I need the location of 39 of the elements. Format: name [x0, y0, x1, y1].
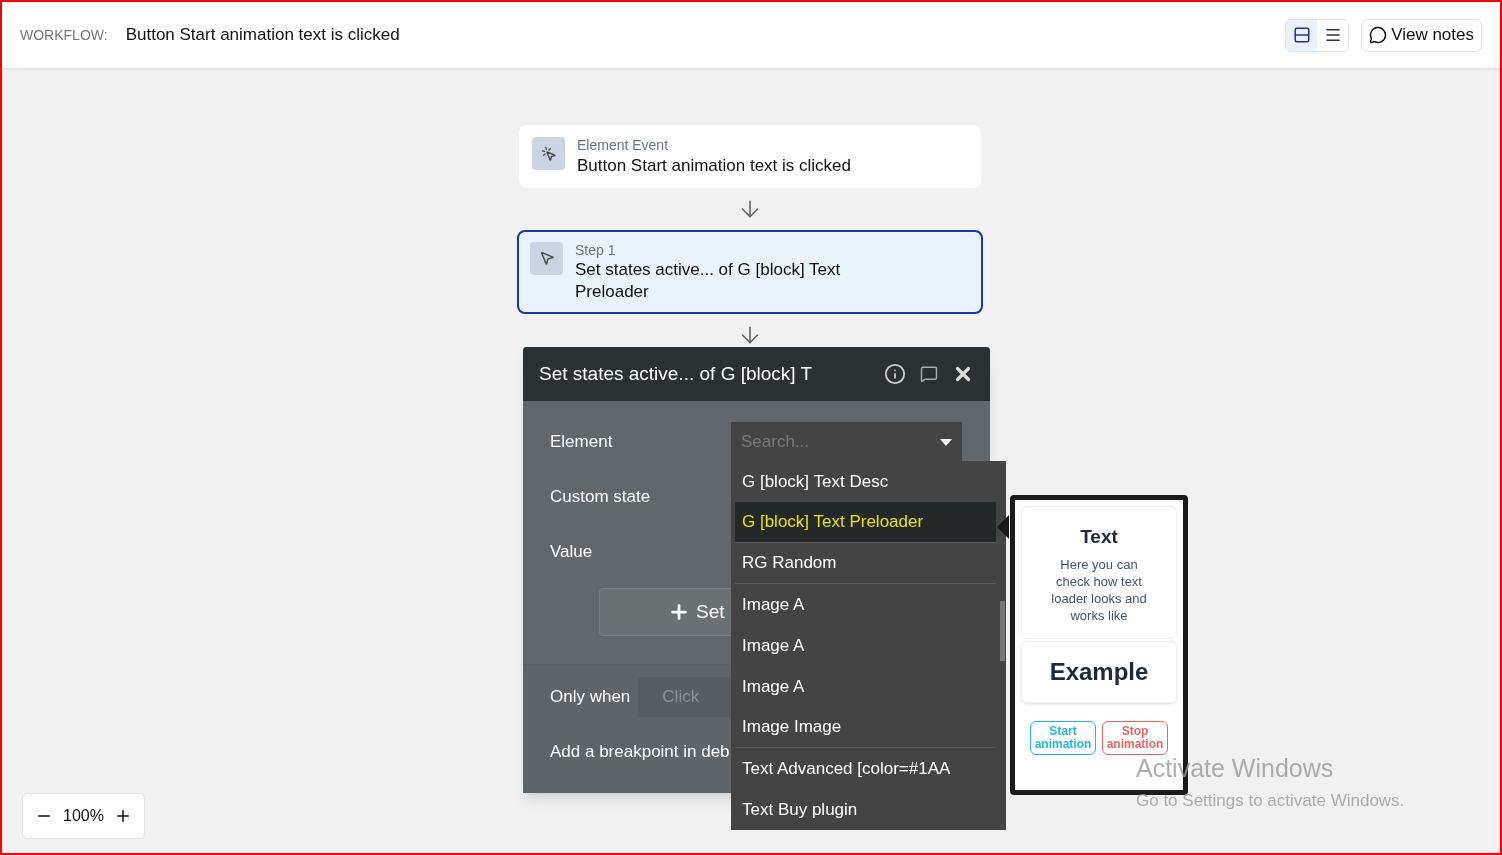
preview-description: Here you can check how text loader looks and works like [1050, 555, 1148, 624]
card-title: Set states active... of G [block] Text Preloader [575, 259, 842, 302]
info-icon[interactable] [884, 363, 906, 385]
dropdown-item[interactable]: RG Random [735, 543, 996, 584]
pointer-icon [538, 250, 555, 267]
view-toggle-button[interactable] [1286, 19, 1318, 51]
field-label: Element [550, 431, 613, 450]
dropdown-item[interactable]: Text Buy plugin [735, 789, 996, 830]
field-label: Value [550, 541, 593, 560]
pointer-click-icon [540, 145, 557, 162]
comment-icon[interactable] [920, 365, 938, 383]
dropdown-item[interactable]: G [block] Text Desc [735, 461, 996, 502]
zoom-level: 100% [63, 806, 104, 826]
workflow-label: WORKFLOW: [20, 25, 108, 45]
card-caption: Element Event [577, 137, 670, 155]
card-caption: Step 1 [575, 241, 617, 260]
example-text: Example [1049, 656, 1149, 687]
field-label: Custom state [550, 486, 651, 505]
dropdown-item[interactable]: Text Advanced [color=#1AA [735, 748, 996, 789]
view-notes-button[interactable]: View notes [1361, 18, 1482, 52]
speech-bubble-icon [1369, 26, 1388, 44]
plus-icon [668, 601, 690, 623]
caret-icon [940, 438, 952, 446]
dropdown-item[interactable]: Image Image [735, 707, 996, 748]
dropdown-item[interactable]: Image A [735, 625, 996, 666]
only-when-label: Only when [550, 686, 631, 709]
workflow-card[interactable]: Element Event Button Start animation text is clicked [519, 125, 981, 188]
editor-title: Set states active... of G [block] T [539, 361, 814, 386]
workflow-card[interactable]: Step 1 Set states active... of G [block] Text Preloader [517, 229, 983, 314]
menu-icon [1323, 26, 1342, 44]
card-title: Button Start animation text is clicked [577, 154, 853, 176]
dropdown-item[interactable]: G [block] Text Preloader [735, 502, 996, 543]
preview-title: Text [1080, 525, 1118, 549]
workflow-title: Button Start animation text is clicked [125, 24, 400, 47]
dropdown-item[interactable]: Image A [735, 584, 996, 625]
rows-icon [1292, 26, 1311, 44]
activation-notice-text: Go to Settings to activate Windows. [1136, 789, 1405, 812]
scrollbar[interactable] [1000, 601, 1005, 661]
breakpoint-label: Add a breakpoint in deb [550, 741, 731, 763]
